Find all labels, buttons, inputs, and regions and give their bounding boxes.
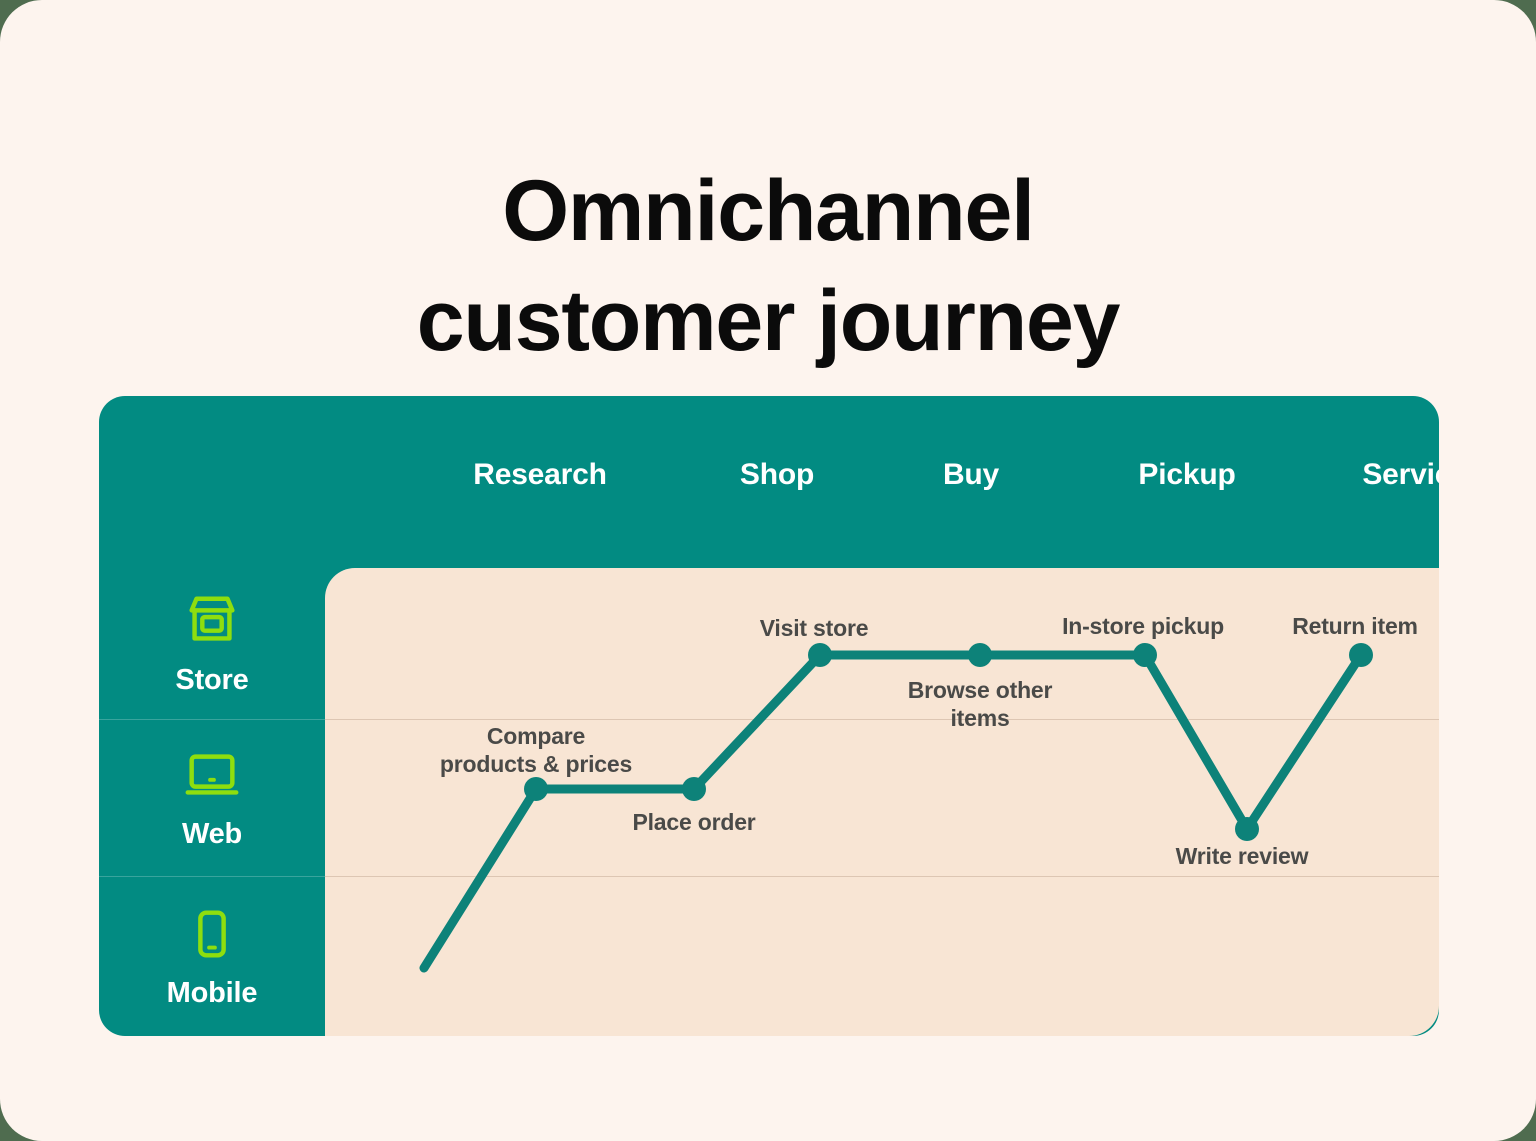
page-title-line-1: Omnichannel xyxy=(502,162,1035,259)
touchpoint-label-return-item: Return item xyxy=(1292,613,1418,639)
channel-label-mobile: Mobile xyxy=(166,976,258,1009)
touchpoint-label-place-order: Place order xyxy=(632,809,756,835)
journey-point-compare[interactable] xyxy=(524,777,548,801)
stage-label-buy: Buy xyxy=(942,458,1000,491)
journey-plot-area: Compare products & prices Place order Vi… xyxy=(325,568,1439,1036)
stage-label-shop: Shop xyxy=(739,458,815,491)
stage-header-row: Research Shop Buy Pickup Service xyxy=(325,396,1439,568)
journey-point-return-item[interactable] xyxy=(1349,643,1373,667)
journey-point-write-review[interactable] xyxy=(1235,817,1259,841)
phone-icon xyxy=(181,903,243,965)
channel-row-mobile: Mobile xyxy=(99,876,325,1036)
journey-point-instore-pickup[interactable] xyxy=(1133,643,1157,667)
touchpoint-label-browse-items: Browse other items xyxy=(907,677,1053,732)
channel-label-store: Store xyxy=(175,664,249,696)
channel-row-web: Web xyxy=(99,719,325,876)
rail-divider-store-web xyxy=(99,719,325,720)
page-title-line-2: customer journey xyxy=(416,272,1121,369)
touchpoint-label-visit-store: Visit store xyxy=(759,615,869,641)
laptop-icon xyxy=(181,744,243,806)
page-card: Omnichannel customer journey Research Sh… xyxy=(0,0,1536,1141)
page-title: Omnichannel customer journey xyxy=(0,156,1536,376)
journey-chart-card: Research Shop Buy Pickup Service Store xyxy=(99,396,1439,1036)
channel-rail: Store Web Mobile xyxy=(99,396,325,1036)
journey-point-browse-items[interactable] xyxy=(968,643,992,667)
stage-label-research: Research xyxy=(473,458,607,491)
channel-row-store: Store xyxy=(99,568,325,719)
journey-point-place-order[interactable] xyxy=(682,777,706,801)
journey-point-visit-store[interactable] xyxy=(808,643,832,667)
touchpoint-label-write-review: Write review xyxy=(1175,843,1309,869)
rail-divider-web-mobile xyxy=(99,876,325,877)
stage-label-service: Service xyxy=(1362,458,1439,491)
channel-label-web: Web xyxy=(181,818,243,850)
touchpoint-label-compare: Compare products & prices xyxy=(439,723,633,778)
stage-label-pickup: Pickup xyxy=(1138,458,1236,491)
storefront-icon xyxy=(181,590,243,652)
